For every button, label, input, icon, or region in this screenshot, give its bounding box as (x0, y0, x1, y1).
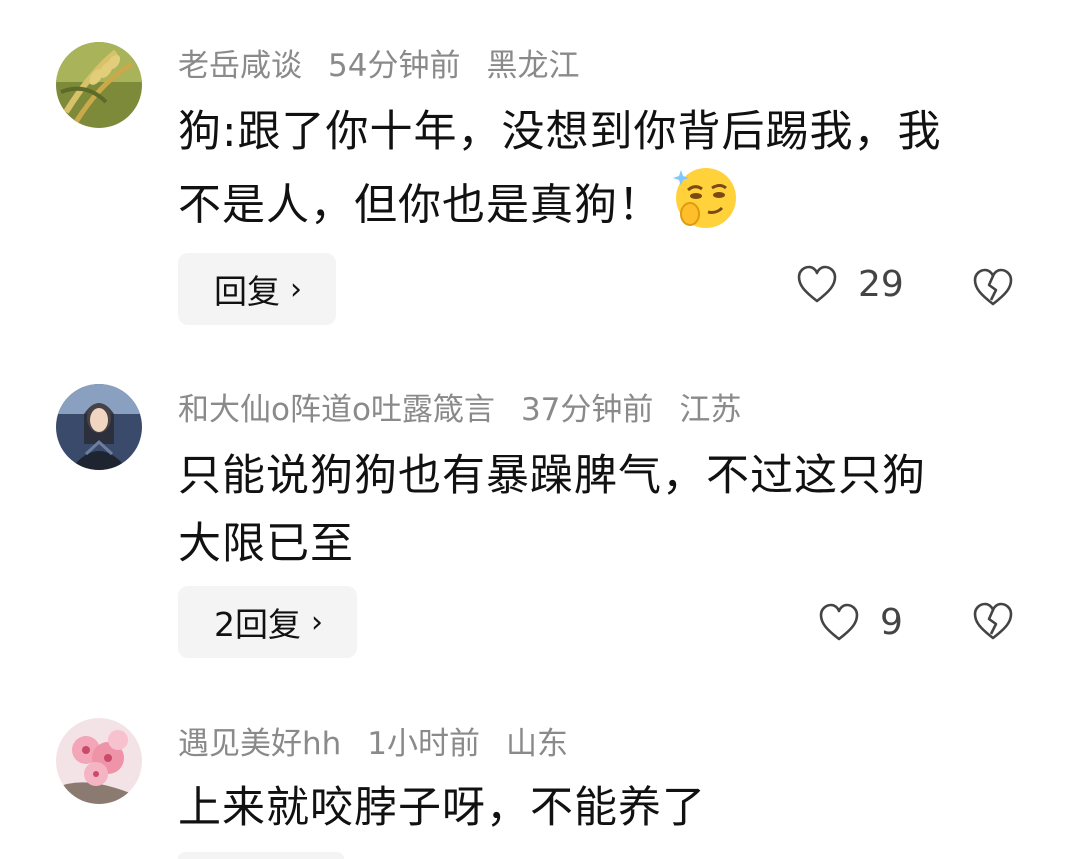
username[interactable]: 遇见美好hh (178, 726, 341, 762)
heart-icon (819, 603, 859, 640)
like-count: 29 (858, 264, 904, 305)
avatar-image (56, 718, 142, 804)
avatar[interactable] (56, 42, 142, 128)
comment-meta: 遇见美好hh 1小时前 山东 (178, 724, 594, 764)
username[interactable]: 老岳咸谈 (178, 48, 302, 84)
comment-text: 只能说狗狗也有暴躁脾气，不过这只狗 大限已至 (178, 442, 1018, 578)
reply-label: 2回复 (214, 605, 301, 644)
broken-heart-icon (973, 602, 1013, 640)
smirk-emoji-icon (670, 166, 740, 250)
location: 黑龙江 (486, 48, 580, 84)
timestamp: 1小时前 (367, 726, 481, 762)
avatar[interactable] (56, 718, 142, 804)
chevron-right-icon: › (290, 271, 302, 307)
dislike-button[interactable] (972, 602, 1014, 646)
comment-text-line-2: 不是人，但你也是真狗！ (178, 166, 1018, 250)
comment-text-line: 狗:跟了你十年，没想到你背后踢我，我 (178, 107, 942, 157)
reply-button[interactable]: 回复 › (178, 253, 336, 325)
comment-text-line: 只能说狗狗也有暴躁脾气，不过这只狗 (178, 451, 926, 501)
avatar[interactable] (56, 384, 142, 470)
avatar-image (56, 42, 142, 128)
comment-text-line-2: 大限已至 (178, 519, 354, 569)
location: 山东 (506, 726, 569, 762)
comment-item: 遇见美好hh 1小时前 山东 上来就咬脖子呀，不能养了 (0, 680, 1080, 859)
username[interactable]: 和大仙o阵道o吐露箴言 (178, 392, 495, 428)
broken-heart-icon (973, 268, 1013, 306)
comment-text-line: 上来就咬脖子呀，不能养了 (178, 783, 706, 833)
reply-button[interactable]: 2回复 › (178, 586, 357, 658)
chevron-right-icon: › (311, 604, 323, 640)
like-button[interactable]: 29 (796, 264, 904, 305)
reply-label: 回复 (214, 272, 280, 311)
comment-meta: 老岳咸谈 54分钟前 黑龙江 (178, 46, 605, 86)
timestamp: 37分钟前 (520, 392, 654, 428)
avatar-image (56, 384, 142, 470)
like-count: 9 (880, 602, 903, 643)
like-button[interactable]: 9 (818, 602, 903, 643)
timestamp: 54分钟前 (328, 48, 461, 84)
comment-item: 老岳咸谈 54分钟前 黑龙江 狗:跟了你十年，没想到你背后踢我，我 不是人，但你也是… (0, 0, 1080, 340)
comment-text: 上来就咬脖子呀，不能养了 (178, 774, 1018, 842)
heart-icon (797, 265, 837, 302)
reply-button-partial[interactable] (178, 852, 344, 859)
dislike-button[interactable] (972, 268, 1014, 312)
location: 江苏 (679, 392, 742, 428)
comment-meta: 和大仙o阵道o吐露箴言 37分钟前 江苏 (178, 390, 767, 430)
comment-text: 狗:跟了你十年，没想到你背后踢我，我 不是人，但你也是真狗！ (178, 98, 1018, 250)
comment-item: 和大仙o阵道o吐露箴言 37分钟前 江苏 只能说狗狗也有暴躁脾气，不过这只狗 大限已… (0, 340, 1080, 680)
